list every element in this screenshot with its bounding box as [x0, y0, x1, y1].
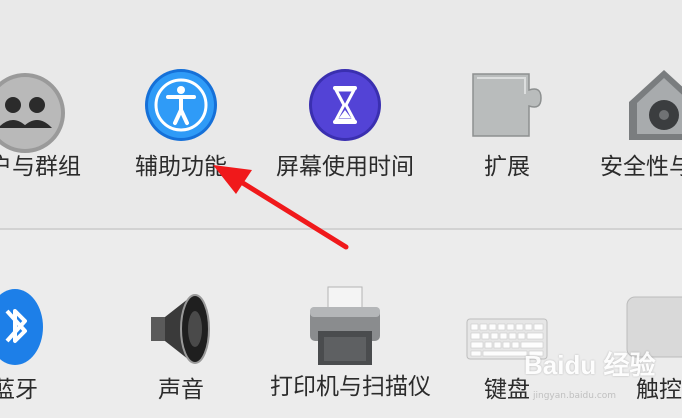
pref-security-privacy[interactable]: 安全性与 — [592, 60, 682, 190]
bluetooth-label: 蓝牙 — [0, 377, 38, 403]
pref-bluetooth[interactable]: 蓝牙 — [0, 285, 90, 418]
pref-accessibility[interactable]: 辅助功能 — [106, 60, 256, 190]
extensions-label: 扩展 — [484, 154, 530, 180]
pref-extensions[interactable]: 扩展 — [432, 60, 582, 190]
watermark-url: jingyan.baidu.com — [533, 391, 617, 401]
puzzle-piece-icon — [472, 73, 542, 137]
bluetooth-icon — [0, 289, 43, 365]
pref-screen-time[interactable]: 屏幕使用时间 — [270, 60, 420, 190]
printers-scanners-label: 打印机与扫描仪 — [270, 374, 431, 400]
screen-time-label: 屏幕使用时间 — [276, 154, 414, 180]
accessibility-label: 辅助功能 — [135, 154, 227, 180]
printer-icon — [310, 286, 380, 365]
watermark-logo: Baidu 经验 — [524, 350, 656, 380]
speaker-icon — [151, 294, 210, 364]
screen-time-hourglass-icon — [309, 69, 381, 141]
pref-users-groups[interactable]: 户与群组 — [0, 60, 100, 190]
pref-printers-scanners[interactable]: 打印机与扫描仪 — [270, 285, 431, 418]
security-privacy-label: 安全性与 — [600, 154, 682, 180]
accessibility-icon — [145, 69, 217, 141]
pref-sound[interactable]: 声音 — [106, 285, 256, 418]
users-groups-label: 户与群组 — [0, 154, 81, 180]
sound-label: 声音 — [158, 377, 204, 403]
users-groups-icon — [0, 73, 65, 153]
house-lock-icon — [629, 70, 682, 140]
